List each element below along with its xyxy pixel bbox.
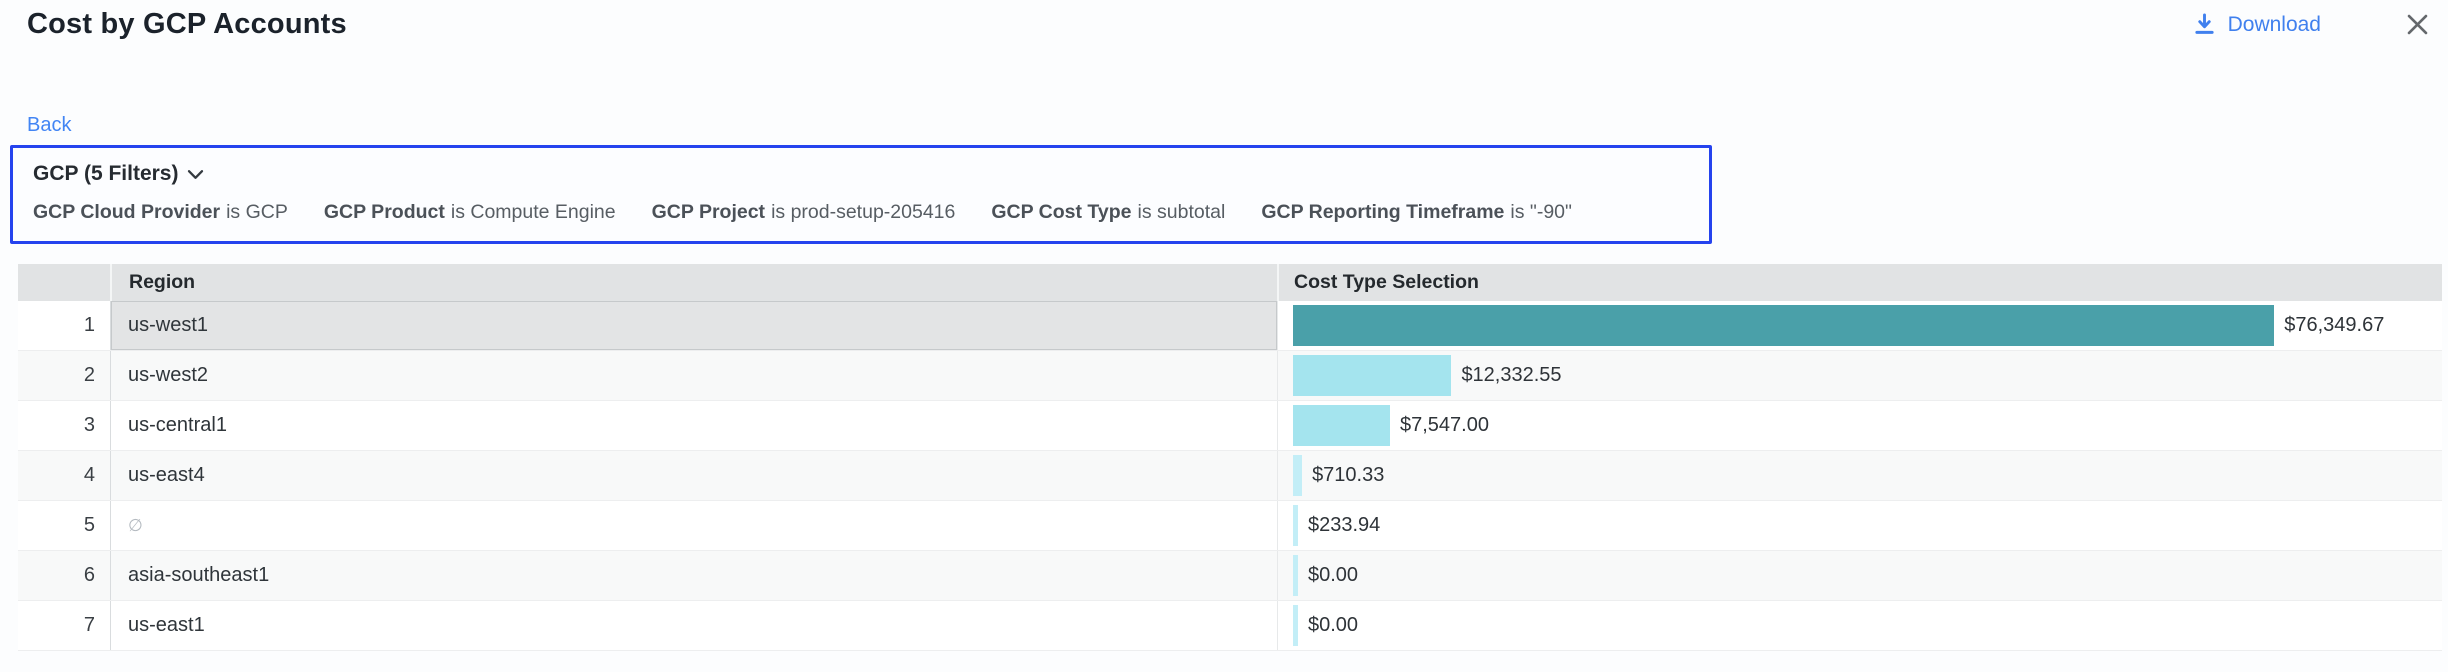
cost-amount: $12,332.55 — [1461, 364, 1561, 387]
row-number: 4 — [18, 451, 110, 500]
filter-condition: is prod-setup-205416 — [771, 201, 955, 223]
region-cell[interactable]: us-east4 — [110, 451, 1277, 500]
download-icon — [2191, 11, 2218, 38]
cost-cell: $76,349.67 — [1277, 301, 2442, 350]
cost-amount: $233.94 — [1308, 514, 1380, 537]
filter-summary-label: GCP (5 Filters) — [33, 161, 178, 187]
region-cell[interactable]: ∅ — [110, 501, 1277, 550]
cost-bar — [1293, 455, 1302, 496]
cost-amount: $7,547.00 — [1400, 414, 1489, 437]
cost-amount: $76,349.67 — [2284, 314, 2384, 337]
filter-condition: is subtotal — [1138, 201, 1226, 223]
filter-summary-toggle[interactable]: GCP (5 Filters) — [33, 161, 1689, 187]
header-actions: Download — [2191, 10, 2432, 39]
table-body: 1 us-west1 $76,349.67 2 us-west2 $12,332… — [18, 301, 2442, 651]
region-cell[interactable]: us-west2 — [110, 351, 1277, 400]
filter-name: GCP Reporting Timeframe — [1261, 201, 1504, 223]
download-button[interactable]: Download — [2191, 11, 2321, 38]
cost-cell: $0.00 — [1277, 601, 2442, 650]
region-cell[interactable]: us-west1 — [110, 301, 1277, 350]
page-title: Cost by GCP Accounts — [27, 8, 347, 41]
filter-chip[interactable]: GCP Reporting Timeframe is "-90" — [1261, 201, 1572, 224]
filter-name: GCP Cost Type — [991, 201, 1131, 223]
filter-chip[interactable]: GCP Cloud Provider is GCP — [33, 201, 288, 224]
table-row[interactable]: 3 us-central1 $7,547.00 — [18, 401, 2442, 451]
filter-chip[interactable]: GCP Product is Compute Engine — [324, 201, 616, 224]
table-row[interactable]: 7 us-east1 $0.00 — [18, 601, 2442, 651]
row-number: 7 — [18, 601, 110, 650]
cost-cell: $233.94 — [1277, 501, 2442, 550]
filter-list: GCP Cloud Provider is GCP GCP Product is C… — [33, 201, 1689, 224]
cost-bar — [1293, 555, 1298, 596]
cost-amount: $710.33 — [1312, 464, 1384, 487]
download-label: Download — [2228, 13, 2321, 37]
row-number: 3 — [18, 401, 110, 450]
cost-bar — [1293, 605, 1298, 646]
filter-condition: is "-90" — [1510, 201, 1572, 223]
region-cell[interactable]: us-east1 — [110, 601, 1277, 650]
cost-bar — [1293, 305, 2274, 346]
filter-chip[interactable]: GCP Project is prod-setup-205416 — [652, 201, 956, 224]
region-column-header: Region — [110, 264, 1277, 301]
filter-name: GCP Cloud Provider — [33, 201, 220, 223]
table-row[interactable]: 1 us-west1 $76,349.67 — [18, 301, 2442, 351]
cost-amount: $0.00 — [1308, 564, 1358, 587]
cost-amount: $0.00 — [1308, 614, 1358, 637]
cost-cell: $12,332.55 — [1277, 351, 2442, 400]
table-header-row: Region Cost Type Selection — [18, 264, 2442, 301]
filter-chip[interactable]: GCP Cost Type is subtotal — [991, 201, 1225, 224]
row-number: 6 — [18, 551, 110, 600]
chevron-down-icon — [187, 169, 204, 180]
table-row[interactable]: 5 ∅ $233.94 — [18, 501, 2442, 551]
row-number: 1 — [18, 301, 110, 350]
cost-cell: $0.00 — [1277, 551, 2442, 600]
cost-cell: $7,547.00 — [1277, 401, 2442, 450]
table-row[interactable]: 4 us-east4 $710.33 — [18, 451, 2442, 501]
cost-bar — [1293, 405, 1390, 446]
region-cell[interactable]: us-central1 — [110, 401, 1277, 450]
row-number: 5 — [18, 501, 110, 550]
region-cell[interactable]: asia-southeast1 — [110, 551, 1277, 600]
cost-bar — [1293, 355, 1451, 396]
filter-condition: is GCP — [226, 201, 288, 223]
close-icon — [2403, 10, 2432, 39]
table-row[interactable]: 2 us-west2 $12,332.55 — [18, 351, 2442, 401]
row-number: 2 — [18, 351, 110, 400]
cost-column-header: Cost Type Selection — [1277, 264, 2442, 301]
row-number-column-header — [18, 264, 110, 301]
cost-table: Region Cost Type Selection 1 us-west1 $7… — [18, 264, 2442, 651]
cost-cell: $710.33 — [1277, 451, 2442, 500]
filter-panel: GCP (5 Filters) GCP Cloud Provider is GCP… — [10, 145, 1712, 244]
table-row[interactable]: 6 asia-southeast1 $0.00 — [18, 551, 2442, 601]
back-link[interactable]: Back — [27, 114, 71, 137]
cost-bar — [1293, 505, 1298, 546]
filter-name: GCP Project — [652, 201, 765, 223]
filter-name: GCP Product — [324, 201, 445, 223]
close-button[interactable] — [2403, 10, 2432, 39]
filter-condition: is Compute Engine — [451, 201, 616, 223]
